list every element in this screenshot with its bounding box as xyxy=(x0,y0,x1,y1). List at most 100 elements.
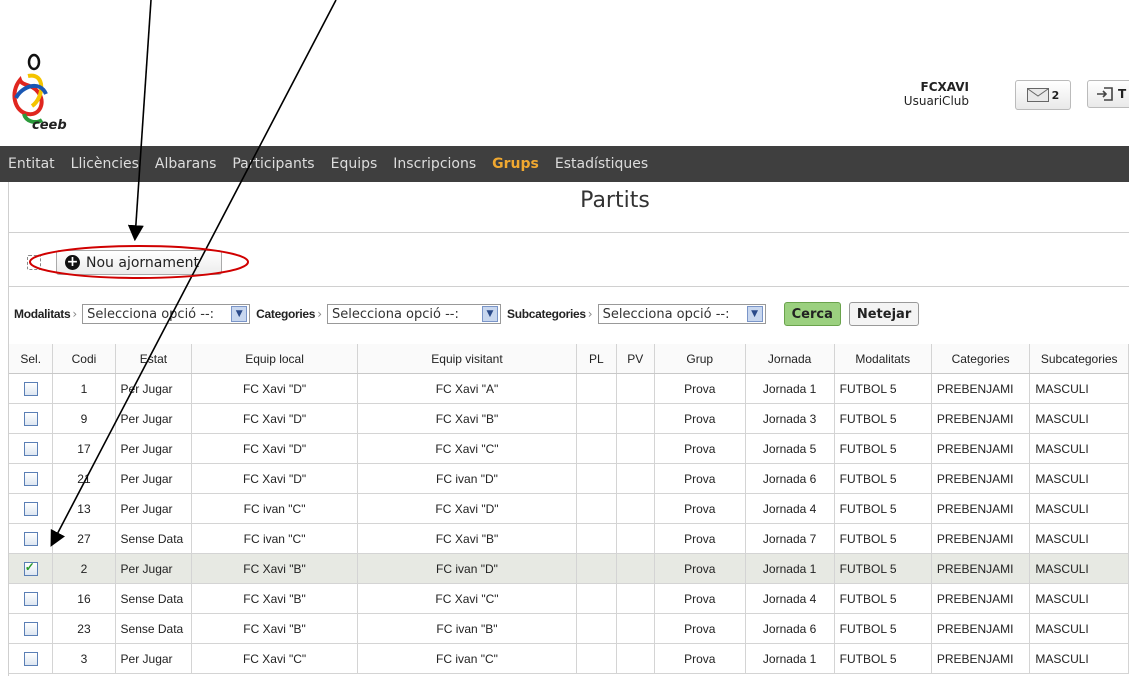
cell-subcategoria: MASCULI xyxy=(1029,523,1129,554)
categories-select-value: Selecciona opció --: xyxy=(332,306,459,322)
table-row[interactable]: 9 Per Jugar FC Xavi "D" FC Xavi "B" Prov… xyxy=(9,403,1129,434)
row-checkbox[interactable] xyxy=(23,591,38,606)
cell-subcategoria: MASCULI xyxy=(1029,553,1129,584)
table-row[interactable]: 23 Sense Data FC Xavi "B" FC ivan "B" Pr… xyxy=(9,613,1129,644)
messages-button[interactable]: 2 xyxy=(1015,80,1071,110)
row-select-cell xyxy=(9,403,54,434)
row-checkbox[interactable] xyxy=(23,651,38,666)
cell-equip-local: FC ivan "C" xyxy=(191,493,358,524)
subcategories-label: Subcategories xyxy=(507,307,586,321)
nav-item-albarans[interactable]: Albarans xyxy=(155,156,216,172)
cell-estat: Per Jugar xyxy=(115,643,193,674)
nav-item-inscripcions[interactable]: Inscripcions xyxy=(393,156,476,172)
filter-bar: Modalitats › Selecciona opció --: ▼ Cate… xyxy=(14,302,920,326)
cell-pl xyxy=(576,403,617,434)
cell-jornada: Jornada 6 xyxy=(745,613,835,644)
cell-pv xyxy=(616,433,656,464)
chevron-right-icon: › xyxy=(317,307,322,321)
row-select-cell xyxy=(9,553,54,584)
cell-estat: Sense Data xyxy=(115,583,193,614)
row-checkbox[interactable] xyxy=(23,501,38,516)
clear-button[interactable]: Netejar xyxy=(848,302,920,326)
table-row[interactable]: 3 Per Jugar FC Xavi "C" FC ivan "C" Prov… xyxy=(9,643,1129,674)
table-row-selected[interactable]: 2 Per Jugar FC Xavi "B" FC ivan "D" Prov… xyxy=(9,553,1129,584)
cell-subcategoria: MASCULI xyxy=(1029,643,1129,674)
nav-item-entitat[interactable]: Entitat xyxy=(8,156,55,172)
row-checkbox[interactable] xyxy=(23,381,38,396)
cell-grup: Prova xyxy=(654,523,746,554)
table-row[interactable]: 21 Per Jugar FC Xavi "D" FC ivan "D" Pro… xyxy=(9,463,1129,494)
cell-jornada: Jornada 1 xyxy=(745,553,835,584)
row-checkbox[interactable] xyxy=(23,471,38,486)
cell-categoria: PREBENJAMI xyxy=(931,493,1031,524)
row-checkbox[interactable] xyxy=(23,441,38,456)
messages-count: 2 xyxy=(1051,88,1060,102)
cell-categoria: PREBENJAMI xyxy=(931,523,1031,554)
nav-item-estadistiques[interactable]: Estadístiques xyxy=(555,156,648,172)
col-grup[interactable]: Grup xyxy=(654,344,746,374)
col-jornada[interactable]: Jornada xyxy=(745,344,835,374)
cell-grup: Prova xyxy=(654,553,746,584)
cell-codi: 17 xyxy=(52,433,116,464)
row-checkbox[interactable] xyxy=(23,531,38,546)
cell-jornada: Jornada 7 xyxy=(745,523,835,554)
col-estat[interactable]: Estat xyxy=(115,344,193,374)
logout-label: T xyxy=(1118,87,1127,101)
table-row[interactable]: 27 Sense Data FC ivan "C" FC Xavi "B" Pr… xyxy=(9,523,1129,554)
nav-item-llicencies[interactable]: Llicències xyxy=(71,156,139,172)
cell-equip-local: FC ivan "C" xyxy=(191,523,358,554)
col-subcategories[interactable]: Subcategories xyxy=(1029,344,1129,374)
row-select-cell xyxy=(9,613,54,644)
cell-equip-local: FC Xavi "D" xyxy=(191,463,358,494)
cell-codi: 27 xyxy=(52,523,116,554)
cell-grup: Prova xyxy=(654,463,746,494)
row-checkbox-checked[interactable] xyxy=(23,560,38,576)
ceeb-logo[interactable]: ceeb xyxy=(6,50,96,133)
col-equip-visitant[interactable]: Equip visitant xyxy=(357,344,578,374)
table-row[interactable]: 16 Sense Data FC Xavi "B" FC Xavi "C" Pr… xyxy=(9,583,1129,614)
nav-item-equips[interactable]: Equips xyxy=(331,156,378,172)
col-codi[interactable]: Codi xyxy=(52,344,116,374)
cell-pv xyxy=(616,403,656,434)
new-postponement-button[interactable]: + Nou ajornament xyxy=(56,250,222,275)
cell-modalitat: FUTBOL 5 xyxy=(834,373,932,404)
table-row[interactable]: 1 Per Jugar FC Xavi "D" FC Xavi "A" Prov… xyxy=(9,373,1129,404)
row-checkbox[interactable] xyxy=(23,621,38,636)
new-postponement-label: Nou ajornament xyxy=(86,254,199,271)
col-sel[interactable]: Sel. xyxy=(9,344,54,374)
categories-label: Categories xyxy=(256,307,316,321)
cell-equip-visitant: FC ivan "C" xyxy=(357,643,578,674)
cell-equip-visitant: FC ivan "B" xyxy=(357,613,578,644)
logout-icon xyxy=(1097,87,1113,101)
col-categories[interactable]: Categories xyxy=(931,344,1031,374)
cell-estat: Per Jugar xyxy=(115,493,193,524)
subcategories-select[interactable]: Selecciona opció --: ▼ xyxy=(597,304,766,324)
table-row[interactable]: 13 Per Jugar FC ivan "C" FC Xavi "D" Pro… xyxy=(9,493,1129,524)
main-nav: Entitat Llicències Albarans Participants… xyxy=(0,146,1129,182)
cell-categoria: PREBENJAMI xyxy=(931,373,1031,404)
nav-item-grups[interactable]: Grups xyxy=(492,156,539,172)
modalitats-select[interactable]: Selecciona opció --: ▼ xyxy=(82,304,251,324)
cell-pl xyxy=(576,373,617,404)
cell-categoria: PREBENJAMI xyxy=(931,433,1031,464)
cell-pl xyxy=(576,583,617,614)
nav-item-participants[interactable]: Participants xyxy=(232,156,314,172)
user-info: FCXAVI UsuariClub xyxy=(904,80,969,108)
categories-select[interactable]: Selecciona opció --: ▼ xyxy=(327,304,501,324)
col-equip-local[interactable]: Equip local xyxy=(191,344,358,374)
select-all-checkbox[interactable] xyxy=(27,255,41,270)
logout-button[interactable]: T xyxy=(1087,80,1129,108)
col-pl[interactable]: PL xyxy=(576,344,617,374)
col-pv[interactable]: PV xyxy=(616,344,656,374)
row-select-cell xyxy=(9,373,54,404)
row-checkbox[interactable] xyxy=(23,411,38,426)
search-button[interactable]: Cerca xyxy=(783,302,841,326)
table-row[interactable]: 17 Per Jugar FC Xavi "D" FC Xavi "C" Pro… xyxy=(9,433,1129,464)
cell-subcategoria: MASCULI xyxy=(1029,403,1129,434)
cell-pl xyxy=(576,493,617,524)
cell-modalitat: FUTBOL 5 xyxy=(834,613,932,644)
cell-subcategoria: MASCULI xyxy=(1029,613,1129,644)
col-modalitats[interactable]: Modalitats xyxy=(834,344,932,374)
cell-pl xyxy=(576,553,617,584)
cell-pv xyxy=(616,553,656,584)
